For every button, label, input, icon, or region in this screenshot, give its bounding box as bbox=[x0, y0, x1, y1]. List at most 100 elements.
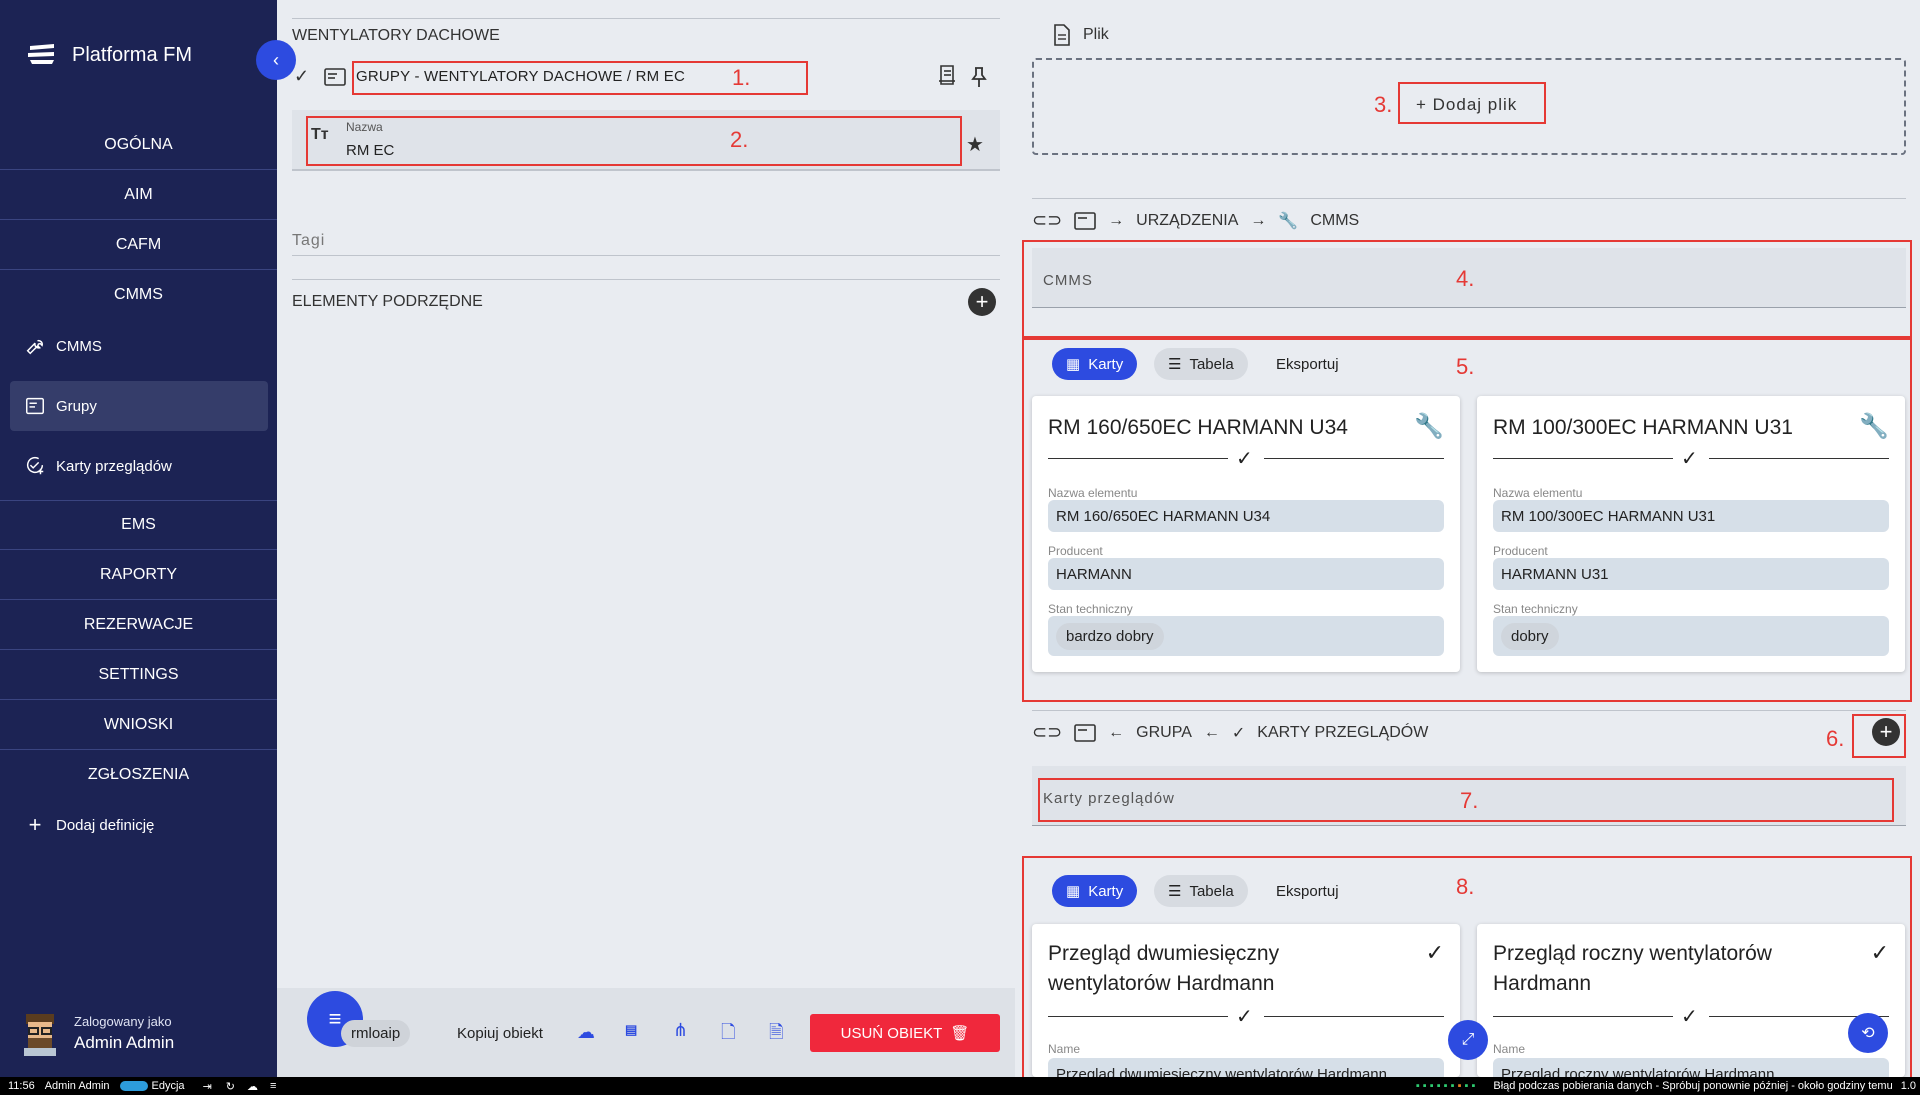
sidebar-item-karty-przegladow[interactable]: Karty przeglądów bbox=[10, 441, 268, 491]
nav-section-ogolna[interactable]: OGÓLNA bbox=[0, 120, 277, 170]
add-definition-button[interactable]: + Dodaj definicję bbox=[10, 800, 268, 850]
tab-tabela[interactable]: ☰ Tabela bbox=[1154, 348, 1248, 380]
cloud-icon[interactable]: ☁ bbox=[247, 1080, 258, 1093]
history-button[interactable]: ⟲ bbox=[1848, 1013, 1888, 1053]
field-value: dobry bbox=[1493, 616, 1889, 656]
new-document-icon[interactable]: 🗋 bbox=[721, 1020, 735, 1050]
cmms-card[interactable]: RM 100/300EC HARMANN U31 🔧 ✓ Nazwa eleme… bbox=[1477, 396, 1905, 672]
user-block[interactable]: Zalogowany jako Admin Admin bbox=[20, 1010, 174, 1056]
divider bbox=[1048, 458, 1228, 459]
annotation-6: 6. bbox=[1826, 726, 1845, 751]
card-title: wentylatorów Hardmann bbox=[1048, 972, 1275, 995]
annotation-8: 8. bbox=[1456, 874, 1475, 899]
breadcrumb-item[interactable]: KARTY PRZEGLĄDÓW bbox=[1257, 724, 1428, 742]
trash-icon: 🗑 bbox=[950, 1025, 970, 1042]
tab-eksportuj[interactable]: Eksportuj bbox=[1262, 875, 1353, 907]
status-bar: 11:56 Admin Admin Edycja ⇥ ↻ ☁ ≡ ▪ ▪ ▪ ▪… bbox=[0, 1077, 1920, 1095]
brand[interactable]: Platforma FM bbox=[26, 42, 192, 68]
tab-karty[interactable]: ▦ Karty bbox=[1052, 875, 1138, 907]
cmms-card[interactable]: RM 160/650EC HARMANN U34 🔧 ✓ Nazwa eleme… bbox=[1032, 396, 1460, 672]
children-header: ELEMENTY PODRZĘDNE bbox=[292, 293, 483, 310]
refresh-icon[interactable]: ↻ bbox=[226, 1080, 235, 1093]
check-plus-icon[interactable]: ✓ bbox=[1426, 940, 1444, 966]
collapse-sidebar-button[interactable]: ‹ bbox=[256, 40, 296, 80]
sidebar-item-grupy[interactable]: Grupy bbox=[10, 381, 268, 431]
divider bbox=[1032, 710, 1906, 711]
nav-section-wnioski[interactable]: WNIOSKI bbox=[0, 700, 277, 750]
expand-button[interactable]: ⤢ bbox=[1448, 1020, 1488, 1060]
avatar bbox=[24, 1014, 56, 1056]
menu-icon[interactable]: ≡ bbox=[270, 1080, 276, 1092]
sidebar-item-cmms[interactable]: CMMS bbox=[10, 321, 268, 371]
expand-icon: ⤢ bbox=[1461, 1031, 1475, 1048]
report-icon[interactable] bbox=[938, 64, 958, 86]
nav-label: CMMS bbox=[114, 286, 163, 303]
arrow-right-icon: → bbox=[1250, 211, 1267, 229]
delete-object-button[interactable]: USUŃ OBIEKT 🗑 bbox=[810, 1014, 1000, 1052]
divider bbox=[1048, 1016, 1228, 1017]
status-error: Błąd podczas pobierania danych - Spróbuj… bbox=[1493, 1080, 1893, 1092]
breadcrumb-item[interactable]: URZĄDZENIA bbox=[1136, 212, 1238, 230]
nav-section-ems[interactable]: EMS bbox=[0, 500, 277, 550]
divider bbox=[1032, 198, 1906, 199]
field-label: Producent bbox=[1048, 544, 1103, 558]
nav-section-raporty[interactable]: RAPORTY bbox=[0, 550, 277, 600]
sidebar-item-label: Grupy bbox=[56, 397, 97, 415]
user-name: Admin Admin bbox=[74, 1032, 175, 1052]
logout-icon[interactable]: ⇥ bbox=[203, 1080, 212, 1093]
user-info: Zalogowany jako Admin Admin bbox=[74, 1014, 174, 1053]
nav-section-aim[interactable]: AIM bbox=[0, 170, 277, 220]
edit-toggle[interactable] bbox=[119, 1081, 148, 1091]
object-chip[interactable]: rmloaip bbox=[341, 1020, 411, 1047]
field-label: Nazwa elementu bbox=[1493, 486, 1583, 500]
tab-label: Eksportuj bbox=[1276, 355, 1339, 373]
pin-icon[interactable] bbox=[970, 66, 988, 88]
nav-label: RAPORTY bbox=[99, 565, 178, 583]
annotation-box-6 bbox=[1852, 714, 1906, 758]
nav-label: REZERWACJE bbox=[83, 615, 194, 633]
nav-section-cmms[interactable]: CMMS bbox=[0, 270, 277, 320]
graph-icon[interactable]: ⋔ bbox=[673, 1020, 688, 1041]
field-label: Stan techniczny bbox=[1048, 602, 1133, 616]
tags-input[interactable]: Tagi bbox=[292, 232, 325, 250]
nav-label: OGÓLNA bbox=[104, 135, 173, 153]
tab-tabela[interactable]: ☰ Tabela bbox=[1154, 875, 1248, 907]
star-icon[interactable]: ★ bbox=[966, 132, 984, 157]
action-bar: ≡ rmloaip Kopiuj obiekt ☁ ▤ ⋔ 🗋 🗎 USUŃ O… bbox=[277, 988, 1015, 1077]
history-icon: ⟲ bbox=[1861, 1025, 1875, 1042]
nav-section-settings[interactable]: SETTINGS bbox=[0, 650, 277, 700]
document-icon[interactable]: 🗎 bbox=[769, 1020, 783, 1050]
sidebar-item-label: Karty przeglądów bbox=[56, 457, 172, 475]
grid-icon: ▦ bbox=[1066, 883, 1081, 900]
annotation-5: 5. bbox=[1456, 354, 1475, 379]
divider bbox=[292, 279, 1000, 280]
breadcrumb-item[interactable]: GRUPA bbox=[1136, 724, 1192, 742]
wrench-icon[interactable]: 🔧 bbox=[1414, 412, 1444, 441]
field-value: RM 100/300EC HARMANN U31 bbox=[1493, 500, 1889, 532]
add-child-button[interactable]: + bbox=[968, 288, 996, 316]
pdf-icon[interactable]: ▤ bbox=[625, 1022, 637, 1038]
file-icon bbox=[1054, 24, 1070, 46]
field-label: Name bbox=[1048, 1042, 1081, 1056]
nav-section-cafm[interactable]: CAFM bbox=[0, 220, 277, 270]
sidebar-item-label: CMMS bbox=[56, 337, 102, 355]
card-icon bbox=[1074, 211, 1096, 230]
check-plus-icon[interactable]: ✓ bbox=[1871, 940, 1889, 966]
annotation-box-2 bbox=[306, 116, 962, 166]
copy-object-button[interactable]: Kopiuj obiekt bbox=[457, 1025, 543, 1042]
nav-section-rezerwacje[interactable]: REZERWACJE bbox=[0, 600, 277, 650]
tab-eksportuj[interactable]: Eksportuj bbox=[1262, 348, 1353, 380]
tab-label: Tabela bbox=[1189, 882, 1234, 900]
inspection-card[interactable]: Przegląd dwumiesięczny wentylatorów Hard… bbox=[1032, 924, 1460, 1077]
tab-karty[interactable]: ▦ Karty bbox=[1052, 348, 1138, 380]
nav-label: AIM bbox=[124, 185, 153, 203]
brand-title: Platforma FM bbox=[72, 43, 193, 66]
wrench-icon[interactable]: 🔧 bbox=[1859, 412, 1889, 441]
field-value: Przegląd dwumiesięczny wentylatorów Hard… bbox=[1048, 1058, 1444, 1077]
inspection-card[interactable]: Przegląd roczny wentylatorów Hardmann ✓ … bbox=[1477, 924, 1905, 1077]
nav-label: CAFM bbox=[115, 235, 162, 253]
check-icon[interactable]: ✓ bbox=[294, 66, 309, 87]
cloud-download-icon[interactable]: ☁ bbox=[577, 1022, 595, 1043]
breadcrumb-item[interactable]: CMMS bbox=[1310, 212, 1359, 230]
nav-section-zgloszenia[interactable]: ZGŁOSZENIA bbox=[0, 750, 277, 800]
